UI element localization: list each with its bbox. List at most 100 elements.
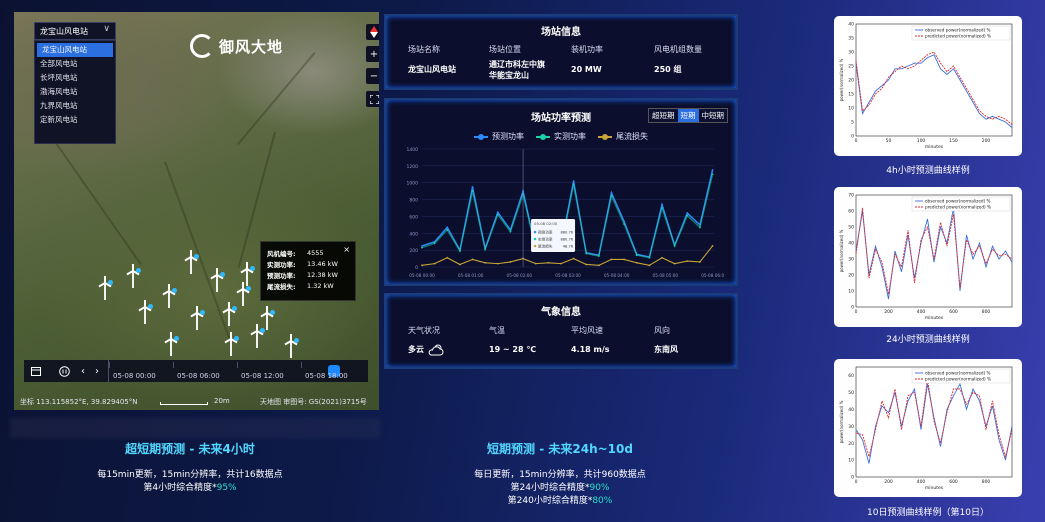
y-tick-label: 600 [409, 214, 418, 220]
series-point[interactable] [635, 254, 638, 257]
series-point[interactable] [471, 190, 474, 193]
series-point[interactable] [610, 191, 613, 194]
series-point[interactable] [471, 258, 474, 261]
wind-turbine-icon[interactable] [260, 304, 275, 330]
y-tick-label: 400 [409, 231, 418, 237]
series-point[interactable] [711, 245, 714, 247]
series-point[interactable] [496, 211, 499, 214]
series-point[interactable] [509, 261, 512, 263]
series-point[interactable] [610, 258, 613, 261]
series-point[interactable] [661, 207, 663, 209]
series-point[interactable] [496, 262, 499, 265]
wind-turbine-icon[interactable] [240, 260, 255, 286]
station-menu-item[interactable]: 全部风电站 [35, 57, 115, 71]
series-point[interactable] [509, 230, 512, 233]
series-point[interactable] [572, 257, 575, 260]
wind-turbine-icon[interactable] [284, 332, 299, 358]
series-point[interactable] [458, 250, 461, 252]
sample-caption-4h: 4h小时预测曲线样例 [886, 166, 970, 176]
series-point[interactable] [446, 229, 449, 231]
series-point[interactable] [421, 245, 423, 247]
tab-mid-short[interactable]: 中短期 [698, 109, 727, 122]
wind-turbine-icon[interactable] [190, 304, 205, 330]
legend-label-actual: 实测功率 [554, 132, 586, 141]
calendar-icon[interactable] [24, 360, 48, 382]
series-point[interactable] [446, 256, 449, 259]
forecast-chart[interactable]: 0 200 400 600 800 1000 1200 1400 05-08 00:00 05-0… [394, 145, 724, 285]
pause-icon[interactable] [52, 360, 76, 382]
series-point[interactable] [471, 186, 474, 188]
series-point[interactable] [661, 256, 663, 259]
series-point[interactable] [673, 245, 676, 247]
close-icon[interactable]: × [343, 245, 350, 254]
series-point[interactable] [458, 263, 461, 266]
series-point[interactable] [572, 183, 575, 186]
series-point[interactable] [711, 169, 714, 171]
series-point[interactable] [610, 195, 613, 198]
wind-turbine-icon[interactable] [98, 274, 113, 300]
series-point[interactable] [585, 252, 588, 255]
weather-panel: 气象信息 天气状况 气温 平均风速 风向 多云 19 ~ 28 ℃ 4.18 m… [384, 293, 738, 369]
zoom-in-icon[interactable]: + [366, 46, 379, 62]
series-point[interactable] [648, 256, 651, 259]
series-point[interactable] [623, 258, 626, 261]
series-point[interactable] [421, 264, 423, 267]
station-menu-item[interactable]: 九界风电站 [35, 99, 115, 113]
wind-turbine-icon[interactable] [222, 300, 237, 326]
series-point[interactable] [560, 262, 562, 265]
series-point[interactable] [686, 212, 689, 214]
wind-turbine-icon[interactable] [138, 298, 153, 324]
series-point[interactable] [484, 261, 487, 264]
series-point[interactable] [534, 262, 537, 265]
series-point[interactable] [597, 255, 600, 257]
series-point[interactable] [635, 261, 638, 264]
wind-turbine-icon[interactable] [164, 330, 179, 356]
zoom-out-icon[interactable]: − [366, 68, 379, 84]
series-point[interactable] [572, 180, 575, 182]
sample-x-axis-label: minutes [925, 144, 944, 150]
tab-ultra-short[interactable]: 超短期 [649, 109, 678, 122]
playback-timeline[interactable]: ‹ › 05-08 00:00 05-08 06:00 05-08 12:00 05-… [24, 360, 368, 382]
legend-item-predicted[interactable]: 预测功率 [474, 131, 524, 142]
wind-turbine-icon[interactable] [224, 330, 239, 356]
map-view[interactable]: 龙宝山风电站 ∨ 龙宝山风电站 全部风电站 长坪风电站 渤海风电站 九界风电站 定新风电站… [14, 12, 379, 410]
prev-icon[interactable]: ‹ [76, 360, 90, 382]
wind-turbine-icon[interactable] [184, 248, 199, 274]
series-point[interactable] [484, 248, 487, 251]
series-point[interactable] [623, 223, 626, 225]
series-point[interactable] [711, 173, 714, 176]
series-point[interactable] [648, 264, 651, 267]
series-point[interactable] [446, 226, 449, 229]
series-point[interactable] [686, 214, 689, 217]
series-point[interactable] [585, 263, 588, 266]
series-point[interactable] [673, 262, 676, 265]
compass-icon[interactable] [366, 24, 379, 40]
series-point[interactable] [699, 226, 701, 229]
station-name-label: 场站名称 [408, 45, 440, 54]
wind-turbine-icon[interactable] [210, 266, 225, 292]
station-dropdown[interactable]: 龙宝山风电站 ∨ [34, 22, 116, 40]
series-point[interactable] [433, 242, 436, 245]
station-menu-item[interactable]: 渤海风电站 [35, 85, 115, 99]
tab-short[interactable]: 短期 [677, 109, 699, 122]
series-point[interactable] [686, 260, 689, 262]
series-point[interactable] [547, 261, 550, 264]
timeline-tick-label: 05-08 18:00 [305, 372, 348, 380]
series-point[interactable] [597, 264, 600, 267]
station-menu-item[interactable]: 长坪风电站 [35, 71, 115, 85]
fullscreen-icon[interactable] [366, 91, 379, 107]
wind-turbine-icon[interactable] [126, 262, 141, 288]
series-point[interactable] [699, 261, 701, 263]
wind-turbine-icon[interactable] [162, 282, 177, 308]
series-point[interactable] [433, 262, 436, 265]
station-menu-item[interactable]: 定新风电站 [35, 113, 115, 127]
short-term-accuracy-240h: 第240小时综合精度*80% [390, 495, 730, 508]
next-icon[interactable]: › [90, 360, 104, 382]
legend-item-wake-loss[interactable]: 尾流损失 [598, 131, 648, 142]
station-menu-item[interactable]: 龙宝山风电站 [37, 43, 113, 57]
series-point[interactable] [496, 213, 499, 216]
series-point[interactable] [661, 203, 663, 206]
legend-item-actual[interactable]: 实测功率 [536, 131, 586, 142]
timeline-track[interactable]: 05-08 00:00 05-08 06:00 05-08 12:00 05-08 1… [108, 360, 364, 382]
series-point[interactable] [421, 246, 423, 249]
